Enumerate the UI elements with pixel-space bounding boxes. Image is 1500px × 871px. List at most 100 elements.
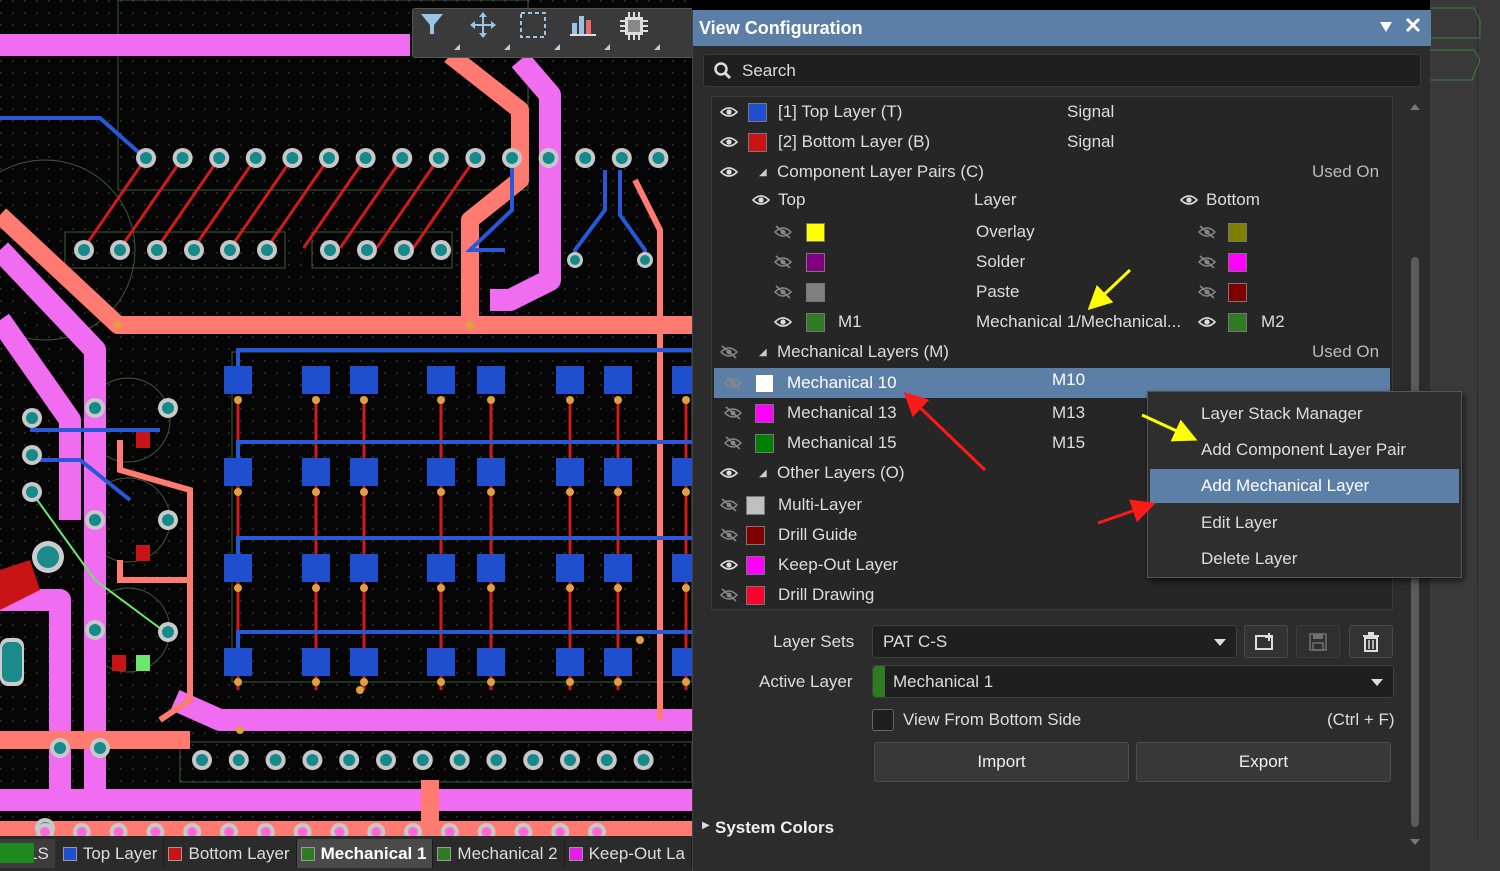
eye-hidden-icon[interactable] [773,282,793,302]
pair-row-overlay[interactable]: Overlay [712,217,1392,247]
eye-hidden-icon[interactable] [719,525,739,545]
eye-hidden-icon[interactable] [1197,282,1217,302]
search-input[interactable]: Search [703,54,1421,87]
group-mechanical-layers[interactable]: ◢ Mechanical Layers (M) Used On [712,337,1392,367]
save-layer-set-button[interactable] [1244,625,1288,658]
active-layer-select[interactable]: Mechanical 1 [872,665,1394,698]
save-icon-button[interactable] [1296,625,1340,658]
collapse-triangle-icon[interactable]: ◢ [759,468,767,479]
layer-sets-select[interactable]: PAT C-S [872,625,1237,658]
layer-type: Signal [1067,132,1115,151]
active-layer-label: Active Layer [759,672,853,691]
collapse-triangle-icon[interactable]: ◢ [759,347,767,358]
eye-icon[interactable] [719,102,739,122]
move-icon[interactable] [469,11,513,55]
eye-hidden-icon[interactable] [1197,252,1217,272]
layer-sets-label: Layer Sets [773,632,855,651]
color-swatch[interactable] [748,132,767,152]
color-swatch[interactable] [755,403,774,423]
group-label: Component Layer Pairs (C) [777,162,984,181]
bottom-color-swatch[interactable] [1228,252,1247,272]
filter-icon[interactable] [419,11,463,55]
color-swatch[interactable] [755,433,774,453]
layer-code: M10 [1052,370,1086,389]
pair-row-solder[interactable]: Solder [712,247,1392,277]
tab-bottom-layer[interactable]: Bottom Layer [164,839,297,868]
bottom-color-swatch[interactable] [1228,282,1247,302]
color-swatch[interactable] [746,495,765,515]
eye-hidden-icon[interactable] [773,252,793,272]
scroll-up-icon[interactable] [1409,102,1421,112]
eye-hidden-icon[interactable] [723,433,743,453]
menu-item-edit-layer[interactable]: Edit Layer [1150,506,1459,540]
top-color-swatch[interactable] [806,252,825,272]
eye-hidden-icon[interactable] [723,373,743,393]
select-rect-icon[interactable] [519,11,563,55]
import-button[interactable]: Import [874,742,1129,782]
eye-icon[interactable] [1197,312,1217,332]
layer-set-button[interactable]: LS [0,839,55,868]
layer-row-bottom-layer[interactable]: [2] Bottom Layer (B) Signal [712,127,1392,157]
view-from-bottom-checkbox[interactable] [872,709,894,731]
panel-menu-dropdown-icon[interactable] [1379,17,1393,38]
close-icon[interactable] [1405,17,1421,38]
system-colors-section[interactable]: System Colors [715,818,834,838]
tab-keep-out-layer[interactable]: Keep-Out La [565,839,692,868]
pcb-canvas[interactable] [0,0,692,836]
color-swatch[interactable] [746,525,765,545]
group-component-layer-pairs[interactable]: ◢ Component Layer Pairs (C) Used On [712,157,1392,187]
layer-row-top-layer[interactable]: [1] Top Layer (T) Signal [712,97,1392,127]
eye-hidden-icon[interactable] [773,222,793,242]
layer-row-drill-drawing[interactable]: Drill Drawing [712,580,1392,610]
eye-hidden-icon[interactable] [1197,222,1217,242]
top-color-swatch[interactable] [806,312,825,332]
chip-icon[interactable] [619,11,663,55]
tab-mechanical-1[interactable]: Mechanical 1 [296,839,434,868]
eye-icon[interactable] [719,162,739,182]
collapse-triangle-icon[interactable]: ◢ [759,167,767,178]
chevron-down-icon [1214,639,1226,646]
menu-item-add-mechanical-layer[interactable]: Add Mechanical Layer [1150,469,1459,503]
chart-icon[interactable] [569,11,613,55]
bottom-color-swatch[interactable] [1228,312,1247,332]
pair-row-mechanical[interactable]: M1 Mechanical 1/Mechanical... M2 [712,307,1392,337]
eye-hidden-icon[interactable] [719,495,739,515]
eye-icon[interactable] [719,555,739,575]
color-swatch[interactable] [755,373,774,393]
tab-top-layer[interactable]: Top Layer [59,839,165,868]
pair-row-paste[interactable]: Paste [712,277,1392,307]
menu-item-delete-layer[interactable]: Delete Layer [1150,542,1459,576]
color-swatch[interactable] [746,585,765,605]
eye-icon[interactable] [773,312,793,332]
layer-name: [1] Top Layer (T) [778,102,903,121]
eye-hidden-icon[interactable] [719,342,739,362]
eye-icon[interactable] [719,132,739,152]
save-icon [1309,632,1327,651]
bottom-layer-code: M2 [1261,312,1285,331]
col-layer-label: Layer [974,190,1017,209]
bottom-color-swatch[interactable] [1228,222,1247,242]
layer-tabs-bar: LS Top Layer Bottom Layer Mechanical 1 M… [0,836,692,871]
expand-triangle-icon[interactable]: ▶ [702,820,710,831]
export-button[interactable]: Export [1136,742,1391,782]
menu-item-add-component-layer-pair[interactable]: Add Component Layer Pair [1150,433,1459,467]
eye-icon[interactable] [1179,190,1199,210]
used-on-label: Used On [1312,162,1380,181]
top-layer-swatch-icon [62,846,77,861]
preview-outline [1430,7,1481,81]
delete-layer-set-button[interactable] [1349,625,1393,658]
menu-item-layer-stack-manager[interactable]: Layer Stack Manager [1150,397,1459,431]
bottom-layer-swatch-icon [168,846,183,861]
eye-hidden-icon[interactable] [719,585,739,605]
eye-icon[interactable] [719,463,739,483]
pair-layer-name: Paste [976,282,1020,301]
color-swatch[interactable] [746,555,765,575]
eye-hidden-icon[interactable] [723,403,743,423]
top-color-swatch[interactable] [806,282,825,302]
top-color-swatch[interactable] [806,222,825,242]
tab-mechanical-2[interactable]: Mechanical 2 [433,839,565,868]
view-from-bottom-label: View From Bottom Side [903,710,1082,729]
eye-icon[interactable] [751,190,771,210]
scroll-down-icon[interactable] [1409,837,1421,847]
color-swatch[interactable] [748,102,767,122]
